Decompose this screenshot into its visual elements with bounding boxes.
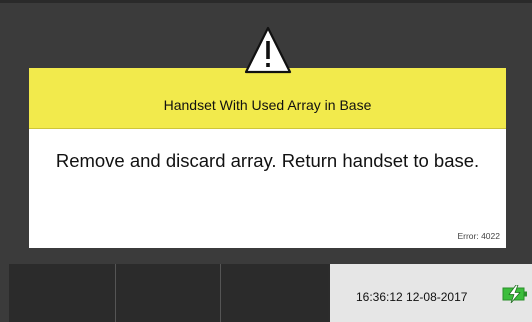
softkey-2[interactable]: [116, 264, 221, 322]
datetime: 16:36:12 12-08-2017: [356, 290, 468, 304]
battery-charging-icon: [502, 285, 527, 303]
top-border: [0, 0, 532, 3]
error-dialog: Handset With Used Array in Base Remove a…: [29, 20, 506, 248]
device-screen: Handset With Used Array in Base Remove a…: [0, 0, 532, 322]
dialog-message: Remove and discard array. Return handset…: [55, 150, 480, 171]
error-code: Error: 4022: [457, 231, 500, 241]
status-area: 16:36:12 12-08-2017: [330, 264, 532, 322]
softkey-1[interactable]: [9, 264, 116, 322]
footer-bar: 16:36:12 12-08-2017: [9, 264, 532, 322]
dialog-body: Remove and discard array. Return handset…: [29, 129, 506, 248]
softkey-3[interactable]: [221, 264, 328, 322]
warning-triangle-icon: [244, 26, 291, 74]
dialog-title: Handset With Used Array in Base: [163, 97, 372, 113]
dialog-header: Handset With Used Array in Base: [29, 68, 506, 129]
